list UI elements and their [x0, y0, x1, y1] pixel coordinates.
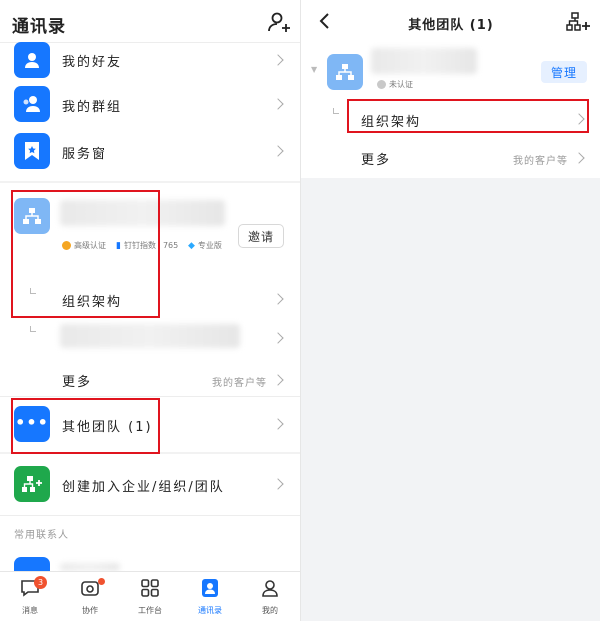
- org-add-icon: [14, 466, 50, 502]
- menu-item-friends[interactable]: 我的好友: [0, 42, 300, 78]
- collapse-arrow-icon[interactable]: ▼: [311, 65, 317, 74]
- tab-collaboration[interactable]: 协作: [70, 578, 110, 616]
- more-item[interactable]: 更多 我的客户等: [301, 144, 600, 170]
- tab-contacts[interactable]: 通讯录: [190, 578, 230, 616]
- section-header: 常用联系人: [14, 530, 69, 541]
- section-divider: [0, 181, 300, 183]
- contacts-panel: 通讯录 我的好友 我的群组 服务窗 高级认证 ▮ 钉钉指数 765 ◆ 专业版 …: [0, 0, 300, 621]
- add-friend-icon[interactable]: [266, 10, 292, 36]
- tag-text: 未认证: [389, 80, 413, 89]
- chevron-right-icon: [272, 332, 284, 344]
- bottom-tab-bar: 消息 3 协作 工作台 通讯录 我的: [0, 571, 300, 621]
- contact-avatar[interactable]: [14, 557, 50, 571]
- org-add-icon[interactable]: [565, 11, 591, 33]
- highlight-box: [11, 190, 160, 318]
- tag-pro-edition: ◆ 专业版: [188, 240, 222, 251]
- create-join-item[interactable]: 创建加入企业/组织/团队: [0, 466, 300, 502]
- grid-icon: [141, 579, 159, 597]
- chevron-right-icon: [272, 98, 284, 110]
- tab-messages[interactable]: 消息 3: [10, 576, 50, 616]
- menu-item-groups[interactable]: 我的群组: [0, 86, 300, 122]
- tag-score: 765: [162, 241, 179, 250]
- menu-item-label: 我的群组: [62, 100, 123, 115]
- tree-branch-icon: [333, 108, 339, 114]
- tree-branch-icon: [30, 326, 36, 332]
- chevron-right-icon: [272, 418, 284, 430]
- menu-item-service-window[interactable]: 服务窗: [0, 133, 300, 169]
- more-item[interactable]: 更多 我的客户等: [0, 366, 300, 394]
- page-title: 其他团队 (1): [408, 18, 494, 33]
- more-hint: 我的客户等: [212, 378, 267, 389]
- more-label: 更多: [361, 153, 392, 168]
- chevron-right-icon: [272, 145, 284, 157]
- section-divider: [0, 515, 300, 516]
- page-title: 通讯录: [12, 17, 66, 37]
- diamond-icon: ◆: [188, 240, 195, 251]
- tab-me[interactable]: 我的: [250, 578, 290, 616]
- blurred-department-name: [60, 324, 240, 348]
- highlight-box: [347, 99, 589, 133]
- unverified-tag: 未认证: [377, 79, 413, 90]
- more-hint: 我的客户等: [513, 156, 568, 167]
- chevron-right-icon: [272, 374, 284, 386]
- invite-button[interactable]: 邀请: [238, 224, 284, 248]
- tab-label: 我的: [262, 606, 278, 615]
- person-icon: [14, 42, 50, 78]
- tag-text: 专业版: [197, 241, 222, 250]
- blurred-team-name: [371, 48, 477, 74]
- tab-label: 工作台: [138, 606, 162, 615]
- tab-label: 消息: [22, 606, 38, 615]
- tab-workbench[interactable]: 工作台: [130, 578, 170, 616]
- more-label: 更多: [62, 375, 93, 390]
- chevron-right-icon: [272, 54, 284, 66]
- verify-icon: [377, 80, 386, 89]
- org-tree-icon: [327, 54, 363, 90]
- menu-item-label: 服务窗: [62, 147, 108, 162]
- create-join-label: 创建加入企业/组织/团队: [62, 480, 225, 495]
- tab-label: 协作: [82, 606, 98, 615]
- chevron-right-icon: [272, 478, 284, 490]
- notification-dot: [98, 578, 105, 585]
- chevron-right-icon: [272, 293, 284, 305]
- contacts-book-icon: [202, 579, 218, 597]
- department-item[interactable]: [0, 322, 300, 352]
- manage-button[interactable]: 管理: [541, 61, 587, 83]
- chevron-right-icon: [573, 152, 585, 164]
- group-icon: [14, 86, 50, 122]
- highlight-box: [11, 398, 160, 454]
- profile-icon: [262, 580, 278, 597]
- other-teams-panel: 其他团队 (1) ▼ 未认证 管理 组织架构 更多 我的客户等: [300, 0, 600, 621]
- unread-badge: 3: [34, 576, 47, 589]
- blurred-contact-name: [60, 563, 120, 571]
- bookmark-star-icon: [14, 133, 50, 169]
- menu-item-label: 我的好友: [62, 55, 123, 70]
- section-divider: [0, 396, 300, 397]
- collaboration-icon: [81, 581, 99, 596]
- tab-label: 通讯录: [198, 606, 222, 615]
